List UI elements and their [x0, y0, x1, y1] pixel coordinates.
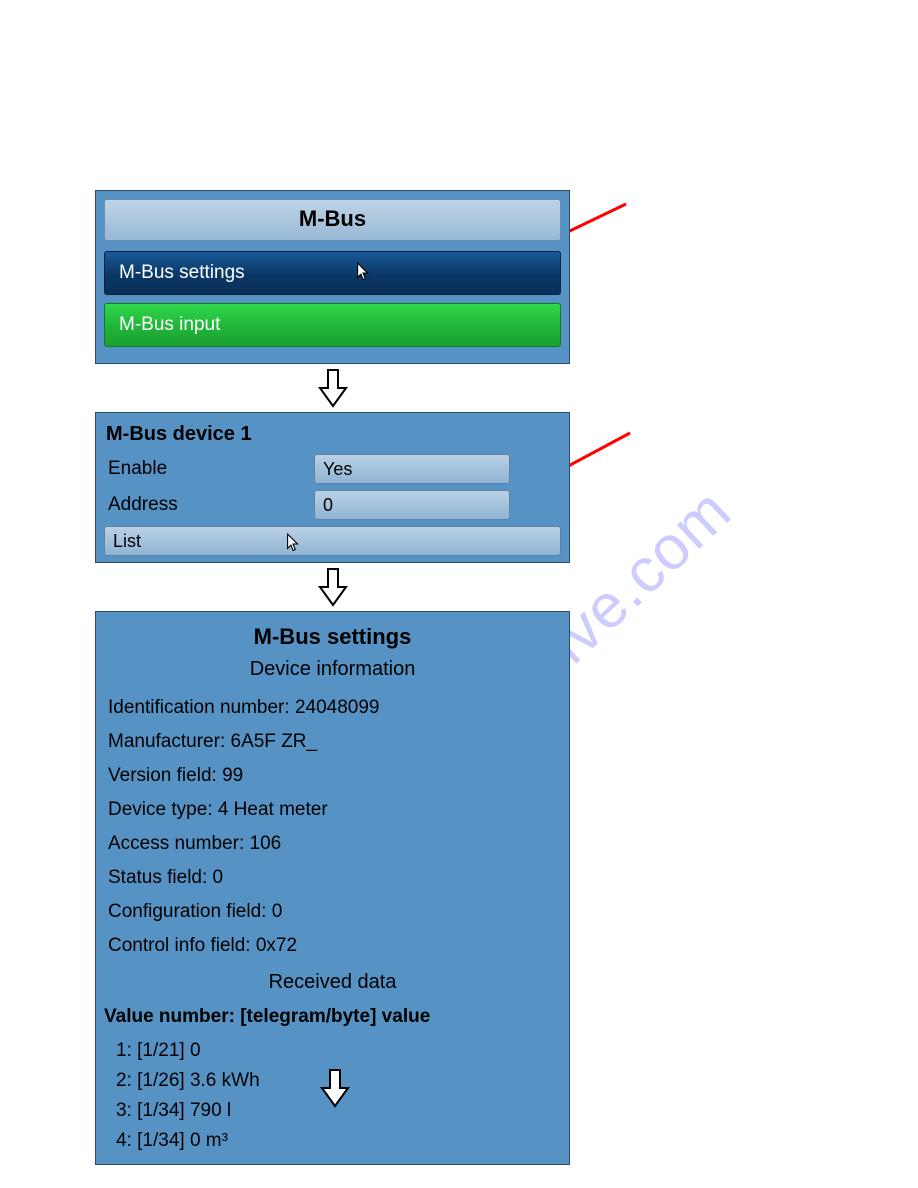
mbus-main-panel: M-Bus M-Bus settings M-Bus input	[95, 190, 570, 364]
mbus-input-label: M-Bus input	[119, 314, 220, 335]
flow-arrow-down-icon	[316, 368, 350, 408]
data-value-4: 4: [1/34] 0 m³	[104, 1126, 561, 1156]
enable-row: Enable Yes	[104, 454, 561, 484]
enable-field[interactable]: Yes	[314, 454, 510, 484]
value-number-header: Value number: [telegram/byte] value	[104, 1002, 561, 1036]
status-field: Status field: 0	[104, 861, 561, 895]
control-info-field: Control info field: 0x72	[104, 929, 561, 963]
received-data-heading: Received data	[104, 971, 561, 994]
address-row: Address 0	[104, 490, 561, 520]
version-field: Version field: 99	[104, 759, 561, 793]
cursor-icon	[283, 533, 301, 555]
cursor-icon	[353, 262, 371, 284]
mbus-input-button[interactable]: M-Bus input	[104, 303, 561, 347]
mbus-settings-detail-panel: M-Bus settings Device information Identi…	[95, 611, 570, 1165]
configuration-field: Configuration field: 0	[104, 895, 561, 929]
mbus-settings-label: M-Bus settings	[119, 262, 245, 283]
settings-title: M-Bus settings	[104, 624, 561, 650]
flow-arrow-down-icon	[316, 567, 350, 607]
enable-label: Enable	[104, 458, 314, 480]
address-label: Address	[104, 494, 314, 516]
list-button[interactable]: List	[104, 526, 561, 556]
flow-arrow-down-icon	[318, 1068, 352, 1108]
mbus-title-bar: M-Bus	[104, 199, 561, 241]
access-number: Access number: 106	[104, 827, 561, 861]
identification-number: Identification number: 24048099	[104, 691, 561, 725]
address-field[interactable]: 0	[314, 490, 510, 520]
device-type: Device type: 4 Heat meter	[104, 793, 561, 827]
data-value-1: 1: [1/21] 0	[104, 1036, 561, 1066]
mbus-device-panel: M-Bus device 1 Enable Yes Address 0 List	[95, 412, 570, 563]
mbus-settings-button[interactable]: M-Bus settings	[104, 251, 561, 295]
manufacturer: Manufacturer: 6A5F ZR_	[104, 725, 561, 759]
list-label: List	[113, 531, 141, 551]
device-information-heading: Device information	[104, 658, 561, 681]
mbus-device-title: M-Bus device 1	[104, 419, 561, 454]
